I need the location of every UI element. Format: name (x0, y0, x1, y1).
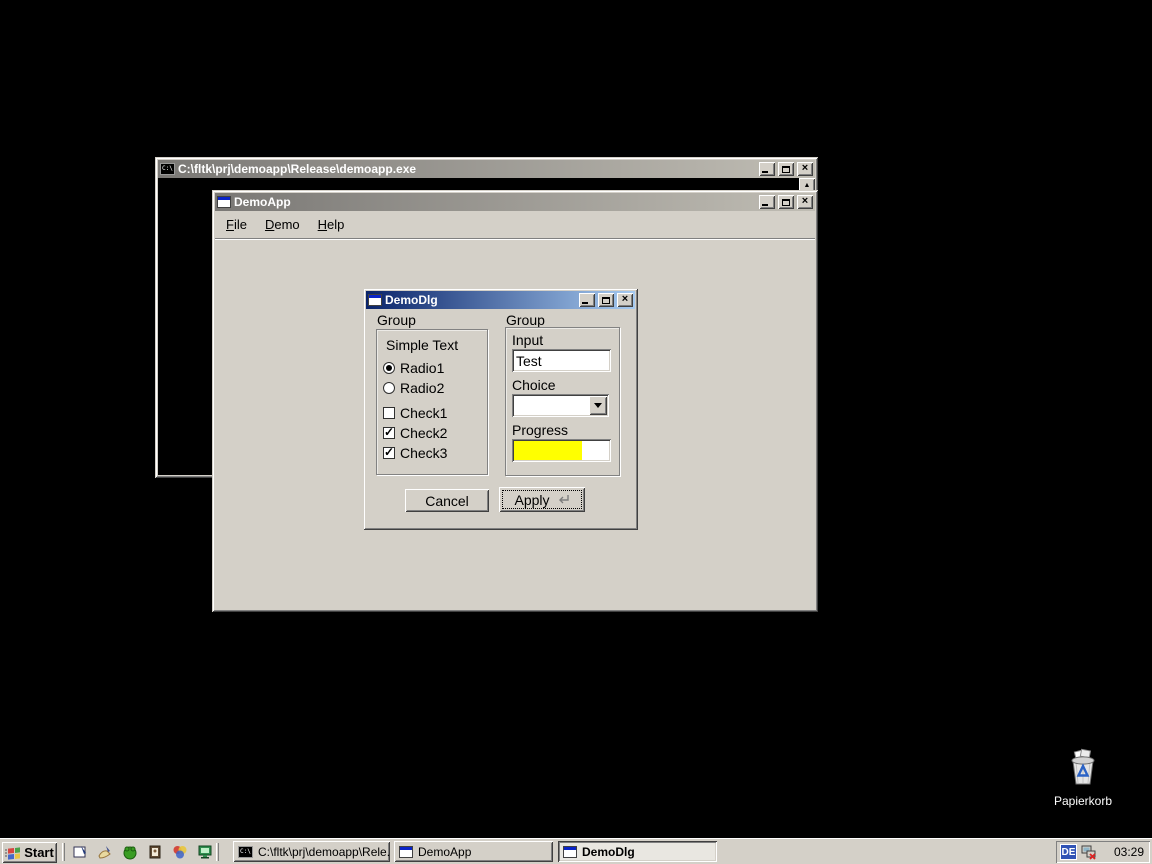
checkbox-check2[interactable]: Check2 (383, 425, 447, 441)
demodlg-close-button[interactable]: × (617, 293, 633, 307)
desktop: C:\ C:\fltk\prj\demoapp\Release\demoapp.… (0, 0, 1152, 864)
taskbar-button-demodlg[interactable]: DemoDlg (558, 841, 717, 862)
choice-dropdown[interactable] (512, 394, 609, 417)
demodlg-window: DemoDlg × Group Simple Text Radio1 Radio… (363, 288, 638, 530)
hand-pen-icon[interactable] (94, 841, 116, 863)
maximize-icon (602, 297, 610, 304)
maximize-icon (782, 199, 790, 206)
demodlg-window-title: DemoDlg (385, 293, 576, 307)
radio-radio1[interactable]: Radio1 (383, 360, 444, 376)
demodlg-titlebar[interactable]: DemoDlg × (366, 291, 635, 309)
desktop-icon-label: Papierkorb (1045, 794, 1121, 808)
demodlg-maximize-button[interactable] (598, 293, 614, 307)
left-groupbox: Simple Text Radio1 Radio2 Check1 Check2 … (376, 329, 488, 475)
choice-label: Choice (512, 377, 556, 393)
radio1-radio-icon[interactable] (383, 362, 395, 374)
checkbox-check1[interactable]: Check1 (383, 405, 447, 421)
progress-label: Progress (512, 422, 568, 438)
return-key-icon (556, 494, 570, 505)
quick-launch-bar (69, 841, 216, 863)
demoapp-close-button[interactable]: × (797, 195, 813, 209)
console-maximize-button[interactable] (778, 162, 794, 176)
green-creature-icon[interactable] (119, 841, 141, 863)
demoapp-menubar: File Demo Help (215, 211, 815, 239)
menu-item-demo[interactable]: Demo (256, 214, 309, 235)
check3-checkbox-icon[interactable] (383, 447, 395, 459)
maximize-icon (782, 166, 790, 173)
recycle-bin-icon (1066, 748, 1100, 786)
console-minimize-button[interactable] (759, 162, 775, 176)
input-label: Input (512, 332, 543, 348)
demoapp-titlebar[interactable]: DemoApp × (215, 193, 815, 211)
windows-flag-icon (5, 846, 21, 860)
left-group-label: Group (377, 312, 416, 328)
taskbar-divider (62, 843, 65, 861)
radio-radio2[interactable]: Radio2 (383, 380, 444, 396)
checkbox-check3[interactable]: Check3 (383, 445, 447, 461)
right-group-label: Group (506, 312, 545, 328)
minimize-icon (582, 302, 588, 304)
taskbar-button-console[interactable]: C:\ C:\fltk\prj\demoapp\Rele... (233, 841, 390, 862)
green-monitor-icon[interactable] (194, 841, 216, 863)
check2-checkbox-icon[interactable] (383, 427, 395, 439)
right-groupbox: Input Choice Progress (505, 327, 620, 476)
menu-item-help[interactable]: Help (309, 214, 354, 235)
progress-bar (512, 439, 611, 462)
choice-arrow-button[interactable] (589, 396, 607, 415)
close-icon: × (802, 196, 808, 207)
network-error-icon[interactable] (1081, 844, 1097, 860)
input-field-box (512, 349, 611, 372)
window-icon (563, 846, 577, 858)
console-titlebar[interactable]: C:\ C:\fltk\prj\demoapp\Release\demoapp.… (158, 160, 815, 178)
window-icon (368, 294, 382, 306)
taskbar-clock: 03:29 (1114, 845, 1144, 859)
demoapp-minimize-button[interactable] (759, 195, 775, 209)
taskbar-divider (216, 843, 219, 861)
chevron-down-icon (594, 403, 602, 408)
demodlg-minimize-button[interactable] (579, 293, 595, 307)
console-icon: C:\ (238, 846, 253, 858)
cancel-button[interactable]: Cancel (405, 489, 489, 512)
progress-fill (514, 441, 582, 460)
check1-checkbox-icon[interactable] (383, 407, 395, 419)
desktop-icon-papierkorb[interactable]: Papierkorb (1045, 748, 1121, 808)
menu-item-file[interactable]: File (217, 214, 256, 235)
console-icon: C:\ (160, 163, 175, 175)
demoapp-window-title: DemoApp (234, 195, 756, 209)
color-wheel-icon[interactable] (169, 841, 191, 863)
arrow-up-icon: ▲ (804, 182, 811, 189)
window-icon (217, 196, 231, 208)
input-field[interactable] (512, 349, 611, 372)
minimize-icon (762, 204, 768, 206)
demoapp-maximize-button[interactable] (778, 195, 794, 209)
apply-button[interactable]: Apply (499, 487, 585, 512)
taskbar-button-demoapp[interactable]: DemoApp (394, 841, 553, 862)
system-tray: DE 03:29 (1056, 841, 1150, 863)
radio2-radio-icon[interactable] (383, 382, 395, 394)
address-book-icon[interactable] (144, 841, 166, 863)
start-button[interactable]: Start (2, 842, 57, 863)
show-desktop-icon[interactable] (69, 841, 91, 863)
console-close-button[interactable]: × (797, 162, 813, 176)
close-icon: × (622, 294, 628, 305)
window-icon (399, 846, 413, 858)
keyboard-layout-indicator[interactable]: DE (1060, 844, 1077, 860)
minimize-icon (762, 171, 768, 173)
console-window-title: C:\fltk\prj\demoapp\Release\demoapp.exe (178, 162, 756, 176)
taskbar: Start (0, 838, 1152, 864)
simple-text-label: Simple Text (386, 337, 458, 353)
close-icon: × (802, 163, 808, 174)
